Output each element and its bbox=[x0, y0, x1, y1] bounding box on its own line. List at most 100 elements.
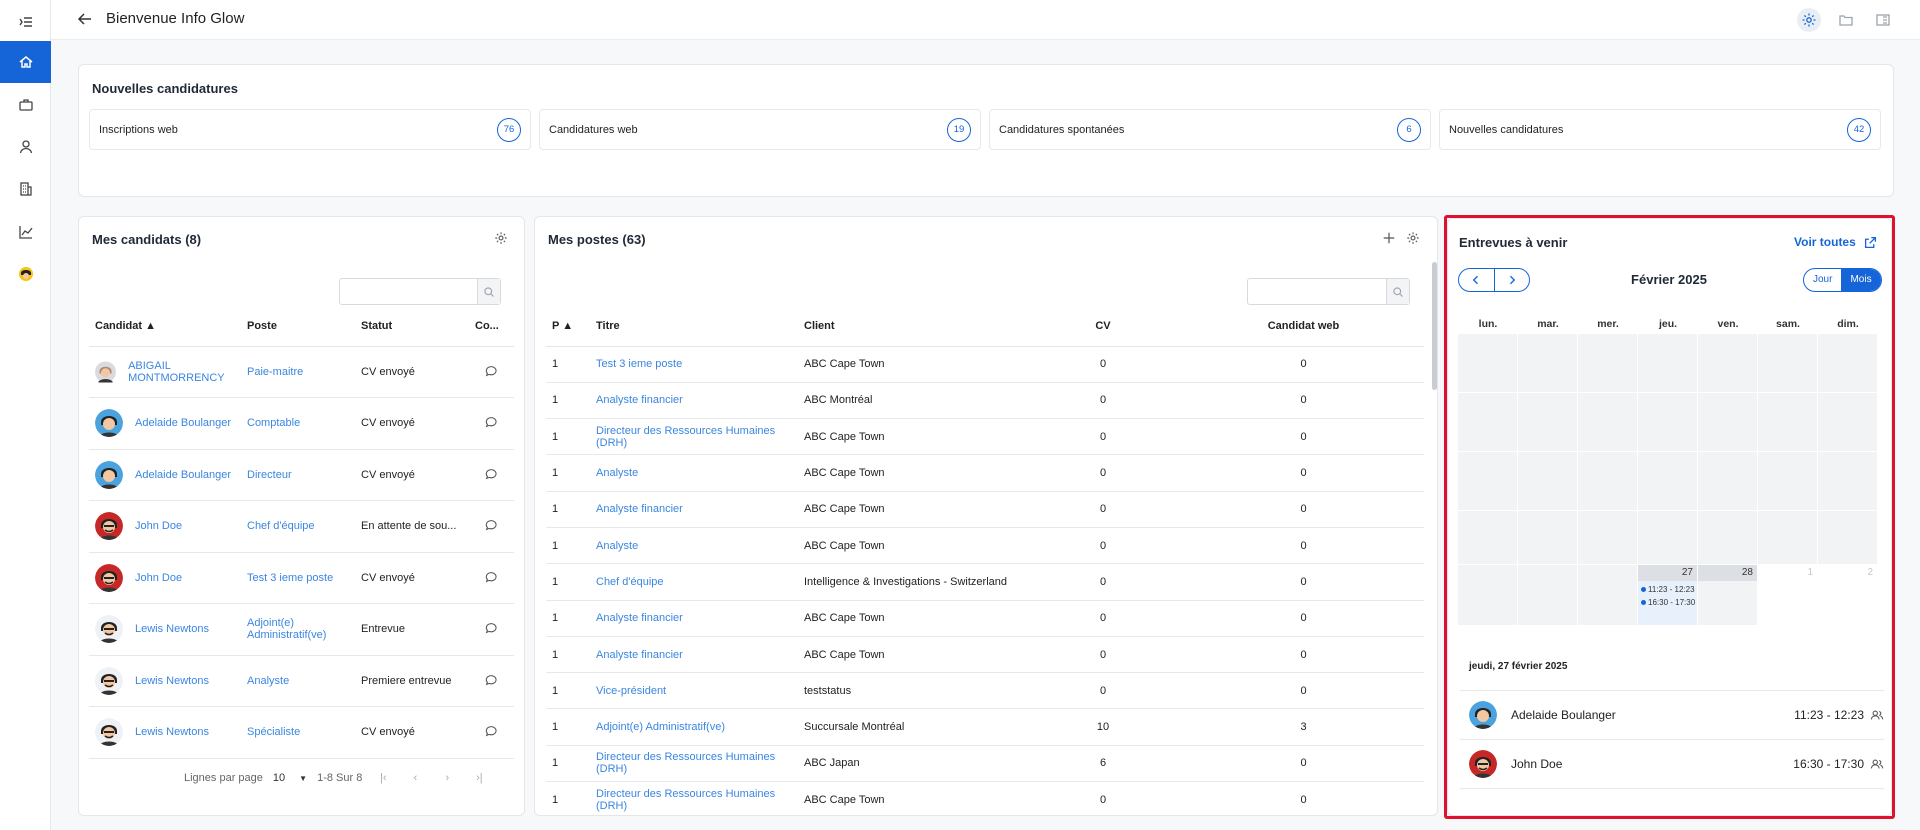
candidate-name-link[interactable]: Lewis Newtons bbox=[135, 726, 209, 738]
search-icon[interactable] bbox=[477, 279, 500, 304]
posting-title-link[interactable]: Directeur des Ressources Humaines (DRH) bbox=[596, 788, 775, 812]
candidate-name-link[interactable]: John Doe bbox=[135, 572, 182, 584]
postings-search-input[interactable] bbox=[1247, 278, 1410, 305]
calendar-event[interactable]: 11:23 - 12:23 bbox=[1641, 585, 1695, 594]
calendar-event[interactable]: 16:30 - 17:30 bbox=[1641, 598, 1695, 607]
comment-icon[interactable] bbox=[485, 520, 498, 534]
posting-title-link[interactable]: Chef d'équipe bbox=[596, 576, 664, 588]
calendar-day-cell[interactable] bbox=[1818, 452, 1877, 510]
gear-icon[interactable] bbox=[1404, 229, 1422, 247]
candidate-name-link[interactable]: Lewis Newtons bbox=[135, 623, 209, 635]
posting-title-link[interactable]: Test 3 ieme poste bbox=[596, 358, 682, 370]
rows-per-page-select[interactable]: 10 ▼ bbox=[273, 772, 307, 784]
table-row[interactable]: Lewis Newtons Analyste Premiere entrevue bbox=[89, 655, 514, 707]
settings-gear-icon[interactable] bbox=[1797, 8, 1821, 32]
table-row[interactable]: John Doe Test 3 ieme poste CV envoyé bbox=[89, 552, 514, 604]
position-link[interactable]: Adjoint(e) Administratif(ve) bbox=[247, 617, 326, 641]
table-row[interactable]: 1 Analyste financier ABC Cape Town 0 0 bbox=[546, 491, 1424, 528]
calendar-day-cell[interactable] bbox=[1578, 334, 1637, 392]
calendar-day-cell[interactable] bbox=[1458, 511, 1517, 564]
position-link[interactable]: Paie-maitre bbox=[247, 366, 303, 378]
folder-icon[interactable] bbox=[1834, 8, 1858, 32]
position-link[interactable]: Chef d'équipe bbox=[247, 520, 315, 532]
calendar-day-cell[interactable] bbox=[1818, 511, 1877, 564]
calendar-day-cell[interactable] bbox=[1698, 452, 1757, 510]
position-link[interactable]: Comptable bbox=[247, 417, 300, 429]
calendar-day-cell[interactable] bbox=[1518, 334, 1577, 392]
calendar-day-cell[interactable] bbox=[1698, 511, 1757, 564]
table-row[interactable]: 1 Analyste ABC Cape Town 0 0 bbox=[546, 454, 1424, 492]
next-page-icon[interactable]: › bbox=[436, 772, 458, 784]
calendar-day-cell[interactable] bbox=[1518, 393, 1577, 451]
candidate-name-link[interactable]: John Doe bbox=[135, 520, 182, 532]
list-panel-icon[interactable] bbox=[1871, 8, 1895, 32]
interview-item[interactable]: John Doe 16:30 - 17:30 bbox=[1460, 740, 1884, 789]
candidate-name-link[interactable]: Lewis Newtons bbox=[135, 675, 209, 687]
calendar-day-cell[interactable] bbox=[1698, 334, 1757, 392]
calendar-day-cell[interactable] bbox=[1458, 393, 1517, 451]
comment-icon[interactable] bbox=[485, 571, 498, 586]
position-link[interactable]: Analyste bbox=[247, 675, 289, 687]
candidate-name-link[interactable]: ABIGAIL MONTMORRENCY bbox=[128, 360, 235, 384]
next-month-button[interactable] bbox=[1493, 269, 1530, 291]
posting-title-link[interactable]: Analyste financier bbox=[596, 503, 683, 515]
position-link[interactable]: Spécialiste bbox=[247, 726, 300, 738]
table-row[interactable]: Lewis Newtons Spécialiste CV envoyé bbox=[89, 706, 514, 759]
table-row[interactable]: 1 Analyste ABC Cape Town 0 0 bbox=[546, 527, 1424, 565]
tile-web-applications[interactable]: Candidatures web 19 bbox=[539, 109, 981, 150]
table-row[interactable]: 1 Analyste financier ABC Cape Town 0 0 bbox=[546, 636, 1424, 674]
calendar-day-cell[interactable] bbox=[1758, 452, 1817, 510]
comment-icon[interactable] bbox=[485, 726, 498, 740]
comment-icon[interactable] bbox=[485, 623, 498, 637]
comment-icon[interactable] bbox=[485, 674, 498, 689]
comment-icon[interactable] bbox=[485, 365, 498, 380]
table-row[interactable]: John Doe Chef d'équipe En attente de sou..… bbox=[89, 500, 514, 553]
calendar-day-cell[interactable] bbox=[1698, 393, 1757, 451]
person-icon[interactable] bbox=[0, 126, 51, 168]
table-row[interactable]: 1 Directeur des Ressources Humaines (DRH)… bbox=[546, 745, 1424, 783]
column-header-priority[interactable]: P ▲ bbox=[546, 306, 590, 347]
calendar-day-cell[interactable] bbox=[1578, 565, 1637, 625]
posting-title-link[interactable]: Adjoint(e) Administratif(ve) bbox=[596, 721, 725, 733]
column-header-comments[interactable]: Co... bbox=[469, 306, 514, 347]
table-row[interactable]: 1 Directeur des Ressources Humaines (DRH)… bbox=[546, 781, 1424, 815]
posting-title-link[interactable]: Analyste bbox=[596, 540, 638, 552]
column-header-title[interactable]: Titre bbox=[590, 306, 798, 347]
calendar-day-cell[interactable] bbox=[1758, 334, 1817, 392]
candidate-name-link[interactable]: Adelaide Boulanger bbox=[135, 469, 231, 481]
table-row[interactable]: 1 Test 3 ieme poste ABC Cape Town 0 0 bbox=[546, 346, 1424, 383]
see-all-link[interactable]: Voir toutes bbox=[1794, 235, 1877, 249]
table-row[interactable]: Adelaide Boulanger Directeur CV envoyé bbox=[89, 449, 514, 501]
table-row[interactable]: Adelaide Boulanger Comptable CV envoyé bbox=[89, 397, 514, 450]
calendar-day-cell[interactable] bbox=[1758, 393, 1817, 451]
calendar-day-cell[interactable] bbox=[1638, 452, 1697, 510]
calendar-day-cell[interactable] bbox=[1578, 452, 1637, 510]
calendar-day-cell[interactable] bbox=[1518, 511, 1577, 564]
building-icon[interactable] bbox=[0, 168, 51, 210]
menu-icon[interactable] bbox=[0, 1, 51, 43]
calendar-day-cell[interactable]: 28 bbox=[1698, 565, 1757, 625]
calendar-day-cell[interactable] bbox=[1638, 334, 1697, 392]
posting-title-link[interactable]: Analyste financier bbox=[596, 649, 683, 661]
calendar-day-cell[interactable] bbox=[1458, 565, 1517, 625]
calendar-day-cell[interactable] bbox=[1818, 334, 1877, 392]
column-header-candidate[interactable]: Candidat ▲ bbox=[89, 306, 241, 347]
table-row[interactable]: Lewis Newtons Adjoint(e) Administratif(ve… bbox=[89, 603, 514, 656]
interview-item[interactable]: Adelaide Boulanger 11:23 - 12:23 bbox=[1460, 691, 1884, 740]
add-icon[interactable] bbox=[1380, 229, 1398, 247]
briefcase-icon[interactable] bbox=[0, 84, 51, 126]
table-row[interactable]: ABIGAIL MONTMORRENCY Paie-maitre CV envoyé bbox=[89, 346, 514, 398]
posting-title-link[interactable]: Analyste financier bbox=[596, 394, 683, 406]
calendar-day-cell[interactable] bbox=[1518, 452, 1577, 510]
back-arrow-icon[interactable] bbox=[75, 9, 95, 29]
tile-web-signups[interactable]: Inscriptions web 76 bbox=[89, 109, 531, 150]
posting-title-link[interactable]: Analyste financier bbox=[596, 612, 683, 624]
prev-page-icon[interactable]: ‹ bbox=[404, 772, 426, 784]
gear-icon[interactable] bbox=[492, 229, 510, 247]
first-page-icon[interactable]: |‹ bbox=[372, 772, 394, 784]
calendar-day-cell[interactable] bbox=[1638, 393, 1697, 451]
table-row[interactable]: 1 Analyste financier ABC Cape Town 0 0 bbox=[546, 600, 1424, 637]
calendar-day-cell[interactable]: 1 bbox=[1758, 565, 1817, 625]
posting-title-link[interactable]: Vice-président bbox=[596, 685, 666, 697]
calendar-day-cell[interactable] bbox=[1578, 393, 1637, 451]
